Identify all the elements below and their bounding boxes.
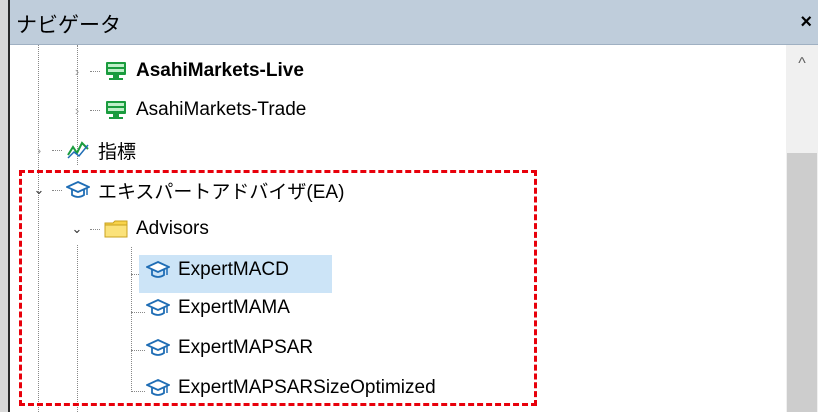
tree-item-expert-mapsar-size-optimized[interactable]: ExpertMAPSARSizeOptimized <box>144 369 436 407</box>
navigator-titlebar: ナビゲータ × <box>10 0 818 45</box>
panel-title: ナビゲータ <box>16 14 121 37</box>
server-icon <box>104 99 128 121</box>
scroll-up-icon[interactable]: ^ <box>786 55 818 77</box>
tree-guide <box>131 391 145 392</box>
tree-item-advisors-folder[interactable]: ⌄ Advisors <box>66 210 209 248</box>
graduation-cap-icon <box>64 179 92 201</box>
tree-item-label: AsahiMarkets-Live <box>136 60 304 81</box>
tree-guide <box>38 45 39 412</box>
tree-guide <box>131 312 145 313</box>
tree-item-expert-mama[interactable]: ExpertMAMA <box>144 289 290 327</box>
tree-item-asahimarkets-live[interactable]: › AsahiMarkets-Live <box>66 52 304 90</box>
tree-item-label: エキスパートアドバイザ(EA) <box>98 181 345 203</box>
tree-item-indicators[interactable]: › 指標 <box>28 131 136 169</box>
tree-guide <box>131 350 145 351</box>
folder-icon <box>104 218 128 240</box>
tree-item-label: ExpertMAPSARSizeOptimized <box>178 377 436 398</box>
tree-item-expert-macd[interactable]: ExpertMACD <box>144 251 289 289</box>
tree-item-label: AsahiMarkets-Trade <box>136 99 307 120</box>
navigator-tree: › AsahiMarkets-Live › AsahiMarkets-Trade… <box>10 45 786 412</box>
chevron-right-icon[interactable]: › <box>66 103 88 118</box>
tree-item-label: Advisors <box>136 218 209 239</box>
tree-item-label: 指標 <box>98 141 137 163</box>
tree-item-label: ExpertMAPSAR <box>178 337 314 358</box>
tree-item-expert-advisors[interactable]: ⌄ エキスパートアドバイザ(EA) <box>28 171 344 209</box>
graduation-cap-icon <box>144 337 172 359</box>
tree-item-asahimarkets-trade[interactable]: › AsahiMarkets-Trade <box>66 91 307 129</box>
tree-guide <box>131 247 132 392</box>
graduation-cap-icon <box>144 297 172 319</box>
chevron-right-icon[interactable]: › <box>66 64 88 79</box>
tree-guide <box>77 245 78 412</box>
graduation-cap-icon <box>144 259 172 281</box>
graduation-cap-icon <box>144 377 172 399</box>
chevron-down-icon[interactable]: ⌄ <box>28 182 50 198</box>
tree-item-label: ExpertMAMA <box>178 297 290 318</box>
server-icon <box>104 60 128 82</box>
close-icon[interactable]: × <box>800 11 812 34</box>
tree-item-expert-mapsar[interactable]: ExpertMAPSAR <box>144 329 314 367</box>
indicator-icon <box>66 139 90 161</box>
chevron-right-icon[interactable]: › <box>28 143 50 158</box>
scrollbar-thumb[interactable] <box>787 153 817 412</box>
vertical-scrollbar[interactable]: ^ <box>786 45 818 412</box>
tree-item-label: ExpertMACD <box>178 259 289 280</box>
window-left-frame <box>0 0 8 412</box>
chevron-down-icon[interactable]: ⌄ <box>66 221 88 237</box>
